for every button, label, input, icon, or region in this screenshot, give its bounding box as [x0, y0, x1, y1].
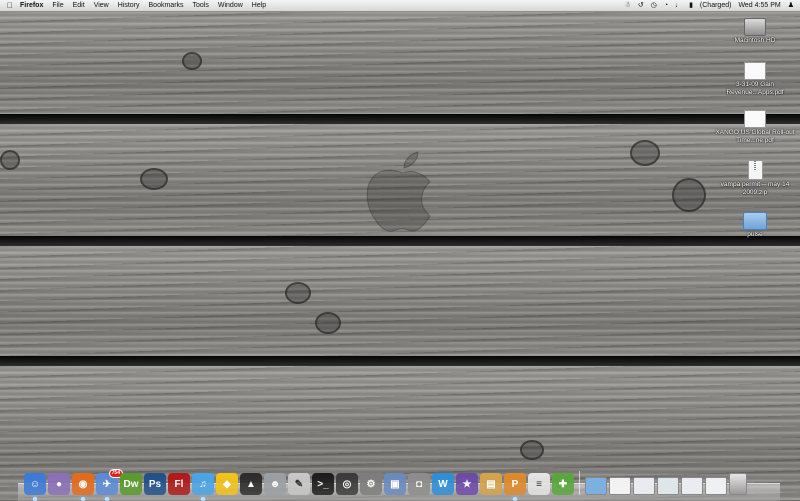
dock-finder-icon[interactable]: ☺	[24, 473, 46, 501]
desktop-icon-pulse-folder[interactable]: pulse	[710, 212, 800, 239]
wifi-icon[interactable]: ◔	[664, 0, 668, 11]
dock-firefox-icon[interactable]: ◉	[72, 473, 94, 501]
wood-plank	[0, 11, 800, 114]
desktop-icon-xango-pdf[interactable]: XANGO US Global Roll-out Time...ne.pdf	[710, 110, 800, 145]
running-indicator	[201, 497, 205, 501]
dock-applications-stack-icon[interactable]	[585, 477, 607, 495]
wood-knot	[0, 150, 20, 170]
dock-automator-icon[interactable]: ☻	[264, 473, 286, 495]
apple-logo-watermark	[366, 151, 431, 232]
dock-imovie-icon[interactable]: ★	[456, 473, 478, 495]
menu-tools[interactable]: Tools	[193, 0, 209, 11]
wood-knot	[315, 312, 341, 334]
dock-preview-pencil-icon[interactable]: ✎	[288, 473, 310, 495]
dock-document-stack-icon[interactable]	[609, 477, 631, 495]
running-indicator	[81, 497, 85, 501]
dock-textedit-icon[interactable]: ≡	[528, 473, 550, 495]
dock-pidgin-icon[interactable]: ●	[48, 473, 70, 495]
sync-icon[interactable]: ↺	[638, 0, 644, 11]
menu-app-firefox[interactable]: Firefox	[20, 0, 43, 11]
menu-list: Firefox File Edit View History Bookmarks…	[20, 0, 266, 11]
wood-knot	[140, 168, 168, 190]
dock-window-4-icon[interactable]	[705, 477, 727, 495]
dock-flash-icon[interactable]: Fl	[168, 473, 190, 495]
apple-menu-icon[interactable]: 	[7, 0, 13, 11]
wood-knot	[182, 52, 202, 70]
dock-separator	[579, 471, 580, 495]
dock-script-editor-icon[interactable]: ✚	[552, 473, 574, 495]
menu-edit[interactable]: Edit	[73, 0, 85, 11]
dock-dashboard-icon[interactable]: ◎	[336, 473, 358, 495]
wood-knot	[630, 140, 660, 166]
running-indicator	[105, 497, 109, 501]
desktop-icon-label: vampa permit -- may 14 2009.zip	[720, 181, 790, 196]
wood-knot	[672, 178, 706, 212]
plank-gap	[0, 114, 800, 124]
menu-help[interactable]: Help	[252, 0, 266, 11]
wood-plank	[0, 246, 800, 356]
zip-archive-icon	[747, 160, 763, 180]
dock-trash-icon[interactable]	[729, 473, 747, 495]
time-machine-icon[interactable]: ◷	[651, 0, 657, 11]
dock-window-2-icon[interactable]	[657, 477, 679, 495]
menu-view[interactable]: View	[94, 0, 109, 11]
dock-system-preferences-icon[interactable]: ⚙	[360, 473, 382, 495]
dock-window-3-icon[interactable]	[681, 477, 703, 495]
plank-gap	[0, 356, 800, 366]
wood-knot	[520, 440, 544, 460]
menu-clock[interactable]: Wed 4:55 PM	[738, 0, 780, 11]
dock-terminal-icon[interactable]: >_	[312, 473, 334, 495]
menu-bookmarks[interactable]: Bookmarks	[149, 0, 184, 11]
menu-window[interactable]: Window	[218, 0, 243, 11]
pdf-document-icon	[744, 62, 766, 80]
hard-drive-icon	[744, 18, 766, 36]
desktop-icon-label: pulse	[747, 231, 763, 238]
dock-photoshop-icon[interactable]: Ps	[144, 473, 166, 495]
status-menus: ☃ ↺ ◷ ◔ ♩ ▮ (Charged) Wed 4:55 PM ♟	[625, 0, 794, 11]
menu-bar:  Firefox File Edit View History Bookmar…	[0, 0, 800, 12]
running-indicator	[33, 497, 37, 501]
script-menu-icon[interactable]: ☃	[625, 0, 631, 11]
dock-image-capture-icon[interactable]: ▤	[480, 473, 502, 495]
pdf-document-icon	[744, 110, 766, 128]
user-icon[interactable]: ♟	[788, 0, 794, 11]
dock-cyberduck-icon[interactable]: ◆	[216, 473, 238, 495]
dock-dreamweaver-icon[interactable]: Dw	[120, 473, 142, 495]
desktop-icon-label: 3-31-09 Gain Revenue...Apps.pdf	[726, 81, 784, 96]
dock-iphoto-icon[interactable]: ▣	[384, 473, 406, 495]
dock-twitter-bird-icon[interactable]: ▲	[240, 473, 262, 495]
volume-icon[interactable]: ♩	[675, 0, 682, 11]
dock-window-1-icon[interactable]	[633, 477, 655, 495]
menu-history[interactable]: History	[118, 0, 140, 11]
dock-itunes-u-icon[interactable]: W	[432, 473, 454, 495]
dock-mail-icon[interactable]: ✈ 754	[96, 469, 123, 501]
dock-camera-icon[interactable]: ◘	[408, 473, 430, 495]
battery-status-text[interactable]: (Charged)	[700, 0, 732, 11]
desktop-icon-label: Macintosh HD	[734, 37, 776, 44]
dock-pages-icon[interactable]: P	[504, 473, 526, 501]
dock-itunes-icon[interactable]: ♫	[192, 473, 214, 501]
battery-icon[interactable]: ▮	[689, 0, 693, 11]
menu-file[interactable]: File	[52, 0, 63, 11]
dock: ☺ ● ◉ ✈ 754 Dw Ps Fl ♫ ◆ ▲ ☻ ✎ >_ ◎ ⚙ ▣ ◘ W ★ ▤ P ≡ ✚	[24, 467, 747, 501]
wood-knot	[285, 282, 311, 304]
desktop-icon-macintosh-hd[interactable]: Macintosh HD	[710, 18, 800, 45]
folder-icon	[743, 212, 767, 230]
desktop-icon-vampa-zip[interactable]: vampa permit -- may 14 2009.zip	[710, 160, 800, 197]
desktop-icon-label: XANGO US Global Roll-out Time...ne.pdf	[715, 129, 795, 144]
desktop-wallpaper	[0, 0, 800, 500]
running-indicator	[513, 497, 517, 501]
desktop-icon-gain-revenue-pdf[interactable]: 3-31-09 Gain Revenue...Apps.pdf	[710, 62, 800, 97]
